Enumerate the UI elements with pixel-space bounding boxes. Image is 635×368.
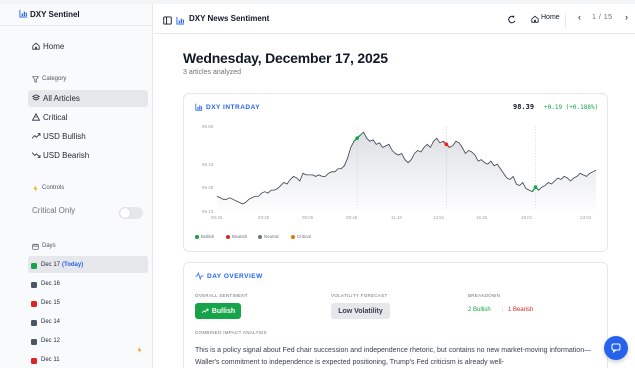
price-area xyxy=(217,132,596,210)
legend-swatch xyxy=(226,234,230,239)
chat-button[interactable] xyxy=(604,336,628,360)
chat-bubble-icon xyxy=(611,343,621,353)
volatility-forecast-label: VOLATILITY FORECAST xyxy=(331,293,388,298)
breakdown-bullish: 2 Bullish xyxy=(468,307,491,313)
sentiment-badge: Bullish xyxy=(195,303,241,319)
event-point-bullish[interactable] xyxy=(533,185,538,189)
overall-sentiment-label: OVERALL SENTIMENT xyxy=(195,293,248,298)
breakdown-label: BREAKDOWN xyxy=(468,293,501,298)
trend-up-icon xyxy=(201,308,209,314)
y-tick-label: 98.28 xyxy=(202,185,214,190)
impact-analysis-label: COMBINED IMPACT ANALYSIS xyxy=(195,330,267,335)
x-tick-label: 00:45 xyxy=(211,215,223,220)
legend-label: Critical xyxy=(297,234,311,239)
legend-label: Bearish xyxy=(232,234,248,239)
legend-item-critical: Critical xyxy=(291,234,311,239)
activity-icon xyxy=(195,272,204,280)
x-tick-label: 16:25 xyxy=(476,215,488,220)
legend-item-bearish: Bearish xyxy=(226,234,247,239)
day-overview-title: DAY OVERVIEW xyxy=(207,273,263,280)
x-tick-label: 13:51 xyxy=(433,215,445,220)
x-tick-label: 06:05 xyxy=(302,215,314,220)
breakdown-bearish: 1 Bearish xyxy=(508,307,534,313)
breakdown-separator: | xyxy=(502,307,504,313)
y-tick-label: 98.68 xyxy=(202,124,214,129)
legend-label: Bullish xyxy=(201,234,215,239)
x-tick-label: 23:04 xyxy=(580,215,592,220)
legend-item-bullish: Bullish xyxy=(195,234,214,239)
y-tick-label: 98.13 xyxy=(202,209,214,214)
legend-swatch xyxy=(195,234,199,239)
volatility-badge: Low Volatility xyxy=(331,303,390,319)
event-point-bullish[interactable] xyxy=(355,136,359,141)
legend-item-neutral: Neutral xyxy=(258,234,279,239)
x-tick-label: 03:25 xyxy=(258,215,270,220)
legend-swatch xyxy=(291,234,295,239)
x-tick-label: 19:01 xyxy=(521,215,533,220)
legend-swatch xyxy=(258,234,262,239)
sentiment-value: Bullish xyxy=(211,307,236,315)
x-tick-label: 11:18 xyxy=(391,215,402,220)
y-tick-label: 98.43 xyxy=(202,162,214,167)
event-point-bearish[interactable] xyxy=(444,142,449,147)
impact-analysis-text: This is a policy signal about Fed chair … xyxy=(195,347,592,366)
x-tick-label: 08:45 xyxy=(346,215,358,220)
legend-label: Neutral xyxy=(264,234,279,239)
